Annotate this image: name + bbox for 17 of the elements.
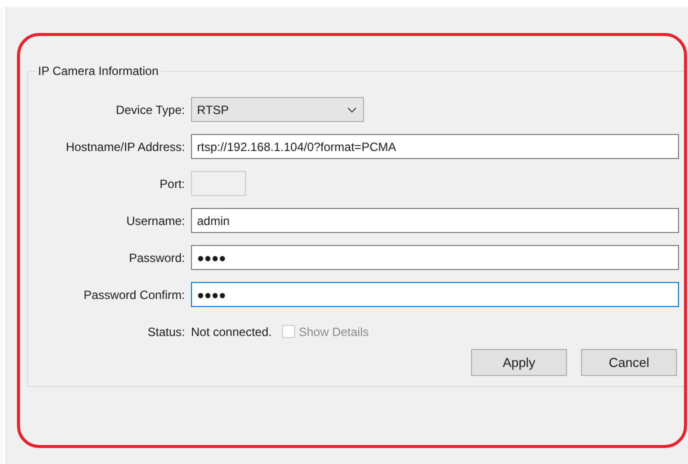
cancel-button[interactable]: Cancel [581, 349, 677, 376]
field-label: Password Confirm: [84, 288, 185, 302]
group-title: IP Camera Information [36, 64, 160, 78]
input-field[interactable]: ●●●● [191, 245, 679, 270]
input-field[interactable]: admin [191, 208, 679, 233]
device-type-dropdown[interactable]: RTSP [191, 97, 364, 122]
field-label: Password: [128, 250, 185, 264]
input-field[interactable]: ●●●● [191, 282, 679, 307]
status-label: Status: [148, 324, 185, 338]
status-text: Not connected. [191, 324, 272, 338]
chevron-down-icon [347, 106, 357, 112]
field-label: Device Type: [116, 102, 185, 116]
field-label: Port: [160, 176, 185, 190]
apply-button[interactable]: Apply [471, 349, 567, 376]
field-label: Hostname/IP Address: [66, 140, 185, 154]
field-label: Username: [126, 214, 185, 228]
input-field[interactable]: rtsp://192.168.1.104/0?format=PCMA [191, 134, 679, 159]
